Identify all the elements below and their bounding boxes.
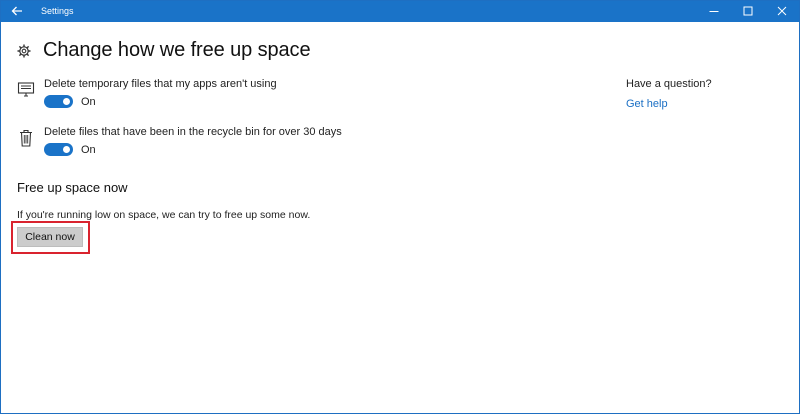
window-title: Settings xyxy=(41,6,74,16)
free-up-description: If you're running low on space, we can t… xyxy=(17,209,311,221)
window-controls xyxy=(697,1,799,22)
temp-files-toggle[interactable] xyxy=(44,95,73,108)
minimize-icon xyxy=(709,3,719,21)
toggle-state-label: On xyxy=(81,95,96,108)
setting-label: Delete temporary files that my apps aren… xyxy=(44,78,277,90)
toggle-knob xyxy=(63,146,70,153)
setting-label: Delete files that have been in the recyc… xyxy=(44,126,342,138)
maximize-button[interactable] xyxy=(731,1,765,22)
gear-icon xyxy=(17,44,31,58)
help-panel: Have a question? Get help xyxy=(626,78,712,110)
toggle-knob xyxy=(63,98,70,105)
maximize-icon xyxy=(743,3,753,21)
title-bar: Settings xyxy=(1,1,799,22)
toggle-state-label: On xyxy=(81,143,96,156)
arrow-left-icon xyxy=(11,3,23,21)
recycle-bin-toggle[interactable] xyxy=(44,143,73,156)
settings-window: Settings Change how we free up space Del… xyxy=(0,0,800,414)
back-button[interactable] xyxy=(1,1,33,22)
monitor-icon xyxy=(17,80,35,98)
close-icon xyxy=(777,3,787,21)
free-up-section-title: Free up space now xyxy=(17,180,128,195)
get-help-link[interactable]: Get help xyxy=(626,98,712,110)
page-title: Change how we free up space xyxy=(43,39,311,61)
clean-now-button[interactable]: Clean now xyxy=(17,227,83,247)
page-header: Change how we free up space xyxy=(17,39,311,62)
minimize-button[interactable] xyxy=(697,1,731,22)
trash-icon xyxy=(17,128,35,147)
close-button[interactable] xyxy=(765,1,799,22)
help-question: Have a question? xyxy=(626,78,712,90)
